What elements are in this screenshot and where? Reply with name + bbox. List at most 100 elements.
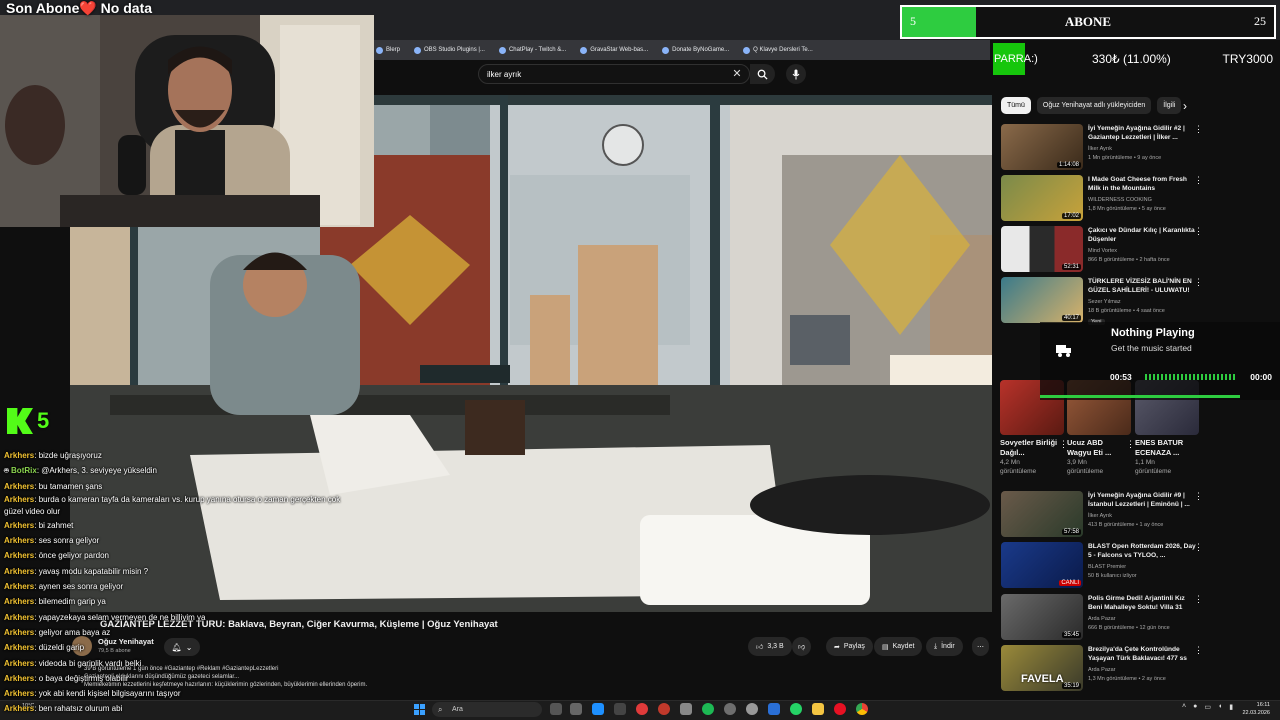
video-thumbnail[interactable]: FAVELA 35:19 [1001,645,1083,691]
thumbnail-overlay-text: FAVELA [1021,673,1064,685]
video-title[interactable]: Brezilya'da Çete Kontrolünde Yaşayan Tür… [1088,645,1196,663]
app-icon[interactable] [768,703,780,715]
share-button[interactable]: ➦ Paylaş [826,637,873,656]
short-views-label: görüntüleme [1000,468,1037,475]
channel-name[interactable]: İlker Ayrık [1088,146,1112,152]
bookmark-item[interactable]: OBS Studio Plugins |... [414,46,485,54]
video-title[interactable]: İyi Yemeğin Ayağına Gidilir #9 | İstanbu… [1088,491,1196,509]
app-icon[interactable] [614,703,626,715]
app-icon[interactable] [658,703,670,715]
clock-time: 16:11 [1256,702,1270,708]
dislike-button[interactable]: 👎︎ [792,637,812,656]
short-title[interactable]: Ucuz ABD Wagyu Eti ... [1067,438,1125,458]
search-button[interactable] [750,64,775,84]
more-options-icon[interactable]: ⋮ [1126,439,1135,450]
system-tray[interactable]: ˄ ● ▭ ◖ ▮ [1182,703,1233,711]
channel-name[interactable]: İlker Ayrık [1088,513,1112,519]
more-options-icon[interactable]: ⋮ [1194,124,1203,135]
windows-start-icon[interactable] [414,704,425,715]
channel-name[interactable]: Arda Pazar [1088,616,1116,622]
video-thumbnail[interactable]: 40:17 [1001,277,1083,323]
channel-name[interactable]: Sezer Yılmaz [1088,299,1121,305]
goal-title: ABONE [1064,14,1112,29]
video-meta: 413 B görüntüleme • 1 ay önce [1088,522,1164,528]
video-meta: 1 Mn görüntüleme • 9 ay önce [1088,155,1162,161]
video-thumbnail[interactable]: 52:31 [1001,226,1083,272]
app-icon[interactable] [680,703,692,715]
chat-message: Arkhers: geliyor ama baya az [4,627,111,637]
chip-all[interactable]: Tümü [1001,97,1031,114]
channel-name[interactable]: Arda Pazar [1088,667,1116,673]
video-title[interactable]: BLAST Open Rotterdam 2026, Day 5 - Falco… [1088,542,1196,560]
whatsapp-icon[interactable] [790,703,802,715]
video-thumbnail[interactable]: 1:14:08 [1001,124,1083,170]
video-thumbnail[interactable]: 17:02 [1001,175,1083,221]
taskbar-clock[interactable]: 16:11 22.03.2026 [1242,701,1270,717]
video-title[interactable]: Çakıcı ve Dündar Kılıç | Karanlıkta Düşe… [1088,226,1196,244]
recommended-video[interactable]: 40:17 TÜRKLERE VİZESİZ BALİ'NİN EN GÜZEL… [1001,277,1261,325]
recommended-video[interactable]: 52:31 Çakıcı ve Dündar Kılıç | Karanlıkt… [1001,226,1261,274]
channel-name[interactable]: WILDERNESS COOKING [1088,197,1152,203]
search-input[interactable]: ilker ayrık [478,64,750,84]
more-options-icon[interactable]: ⋮ [1194,542,1203,553]
recommended-video[interactable]: 35:45 Polis Girme Dedi! Arjantinli Kız B… [1001,594,1261,642]
like-button[interactable]: 👍︎ 3,3 B [748,637,792,656]
live-badge: CANLI [1059,580,1081,586]
bookmark-item[interactable]: ChatPlay - Twitch &... [498,46,566,54]
opera-icon[interactable] [834,703,846,715]
taskbar-search[interactable]: ⌕ Ara [432,702,542,717]
chat-message: Arkhers: o baya değiştirmiş olabilir [4,673,129,683]
spotify-icon[interactable] [702,703,714,715]
chip-related[interactable]: İlgili [1157,97,1182,114]
ticker-target: TRY3000 [1222,52,1273,66]
save-button[interactable]: ▤ Kaydet [874,637,923,656]
more-actions-button[interactable]: ⋯ [972,637,989,656]
chevron-right-icon[interactable]: › [1183,99,1187,113]
more-options-icon[interactable]: ⋮ [1194,491,1203,502]
video-title[interactable]: TÜRKLERE VİZESİZ BALİ'NİN EN GÜZEL SAHİL… [1088,277,1196,295]
app-icon[interactable] [746,703,758,715]
ticker-value: 330₺ (11.00%) [1092,52,1171,66]
app-icon[interactable] [636,703,648,715]
channel-name[interactable]: BLAST Premier [1088,564,1126,570]
bookmark-item[interactable]: Blerp [376,46,400,54]
task-view-icon[interactable] [550,703,562,715]
app-icon[interactable] [724,703,736,715]
recommended-video[interactable]: 17:02 I Made Goat Cheese from Fresh Milk… [1001,175,1261,223]
video-meta: 1,8 Mn görüntüleme • 5 ay önce [1088,206,1166,212]
more-options-icon[interactable]: ⋮ [1194,277,1203,288]
recommended-video[interactable]: 1:14:08 İyi Yemeğin Ayağına Gidilir #2 |… [1001,124,1261,172]
video-thumbnail[interactable]: 57:58 [1001,491,1083,537]
recommended-video[interactable]: FAVELA 35:19 Brezilya'da Çete Kontrolünd… [1001,645,1261,693]
more-options-icon[interactable]: ⋮ [1194,226,1203,237]
bookmark-item[interactable]: GravaStar Web-bas... [580,46,648,54]
app-icon[interactable] [592,703,604,715]
bookmark-icon [743,46,751,54]
battery-icon: ▮ [1229,704,1234,711]
recommended-video[interactable]: 57:58 İyi Yemeğin Ayağına Gidilir #9 | İ… [1001,491,1261,539]
chrome-icon[interactable] [856,703,868,715]
app-icon[interactable] [570,703,582,715]
video-title[interactable]: Polis Girme Dedi! Arjantinli Kız Beni Ma… [1088,594,1196,612]
video-thumbnail[interactable]: 35:45 [1001,594,1083,640]
clear-search-icon[interactable]: ✕ [730,66,744,82]
video-title[interactable]: I Made Goat Cheese from Fresh Milk in th… [1088,175,1196,193]
chip-uploader[interactable]: Oğuz Yenihayat adlı yükleyiciden [1036,97,1152,114]
voice-search-button[interactable] [786,64,806,84]
recommended-video[interactable]: CANLI BLAST Open Rotterdam 2026, Day 5 -… [1001,542,1261,590]
more-options-icon[interactable]: ⋮ [1194,594,1203,605]
short-title[interactable]: Sovyetler Birliği Dağıl... [1000,438,1058,458]
file-explorer-icon[interactable] [812,703,824,715]
channel-name[interactable]: Mind Vortex [1088,248,1117,254]
video-thumbnail[interactable]: CANLI [1001,542,1083,588]
bookmark-item[interactable]: Q Klavye Dersleri Te... [743,46,813,54]
short-title[interactable]: ENES BATUR ECENAZA ... [1135,438,1193,458]
bookmark-item[interactable]: Donate ByNoGame... [662,46,729,54]
short-views: 3,9 Mn [1067,459,1087,466]
download-button[interactable]: ⤓ İndir [926,637,963,656]
short-views: 1,1 Mn [1135,459,1155,466]
more-options-icon[interactable]: ⋮ [1194,175,1203,186]
video-title[interactable]: İyi Yemeğin Ayağına Gidilir #2 | Gaziant… [1088,124,1196,142]
chat-overlay: Arkhers: bizde uğraşıyoruz 🤖︎ BotRix: @A… [0,448,370,717]
more-options-icon[interactable]: ⋮ [1194,645,1203,656]
